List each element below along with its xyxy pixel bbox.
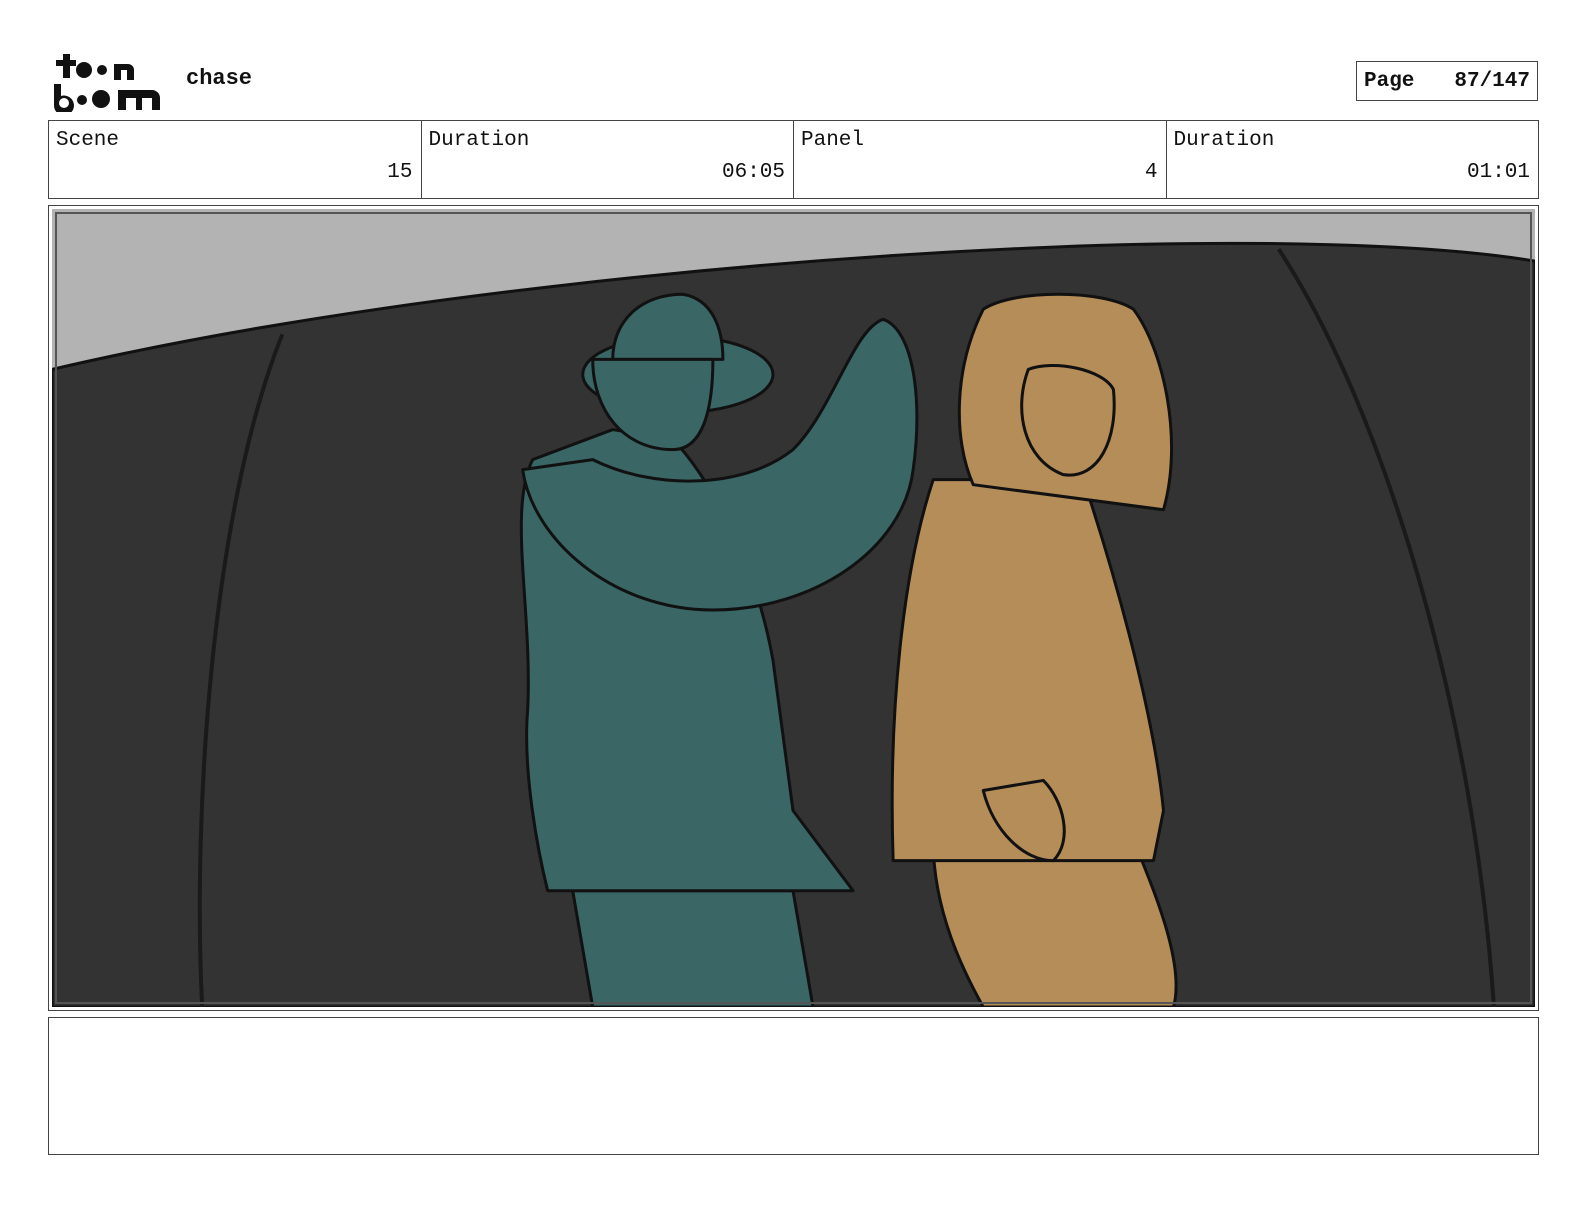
toonboom-logo	[53, 54, 160, 112]
panel-cell: Panel 4	[794, 121, 1167, 198]
storyboard-panel	[48, 205, 1539, 1011]
scene-value: 15	[387, 161, 413, 184]
page-number: 87/147	[1454, 69, 1530, 93]
page-label: Page	[1364, 69, 1415, 93]
page-indicator: Page 87/147	[1356, 61, 1538, 101]
panel-notes-box	[48, 1017, 1539, 1155]
project-title: chase	[186, 66, 253, 91]
panel-info-row: Scene 15 Duration 06:05 Panel 4 Duration…	[48, 120, 1539, 199]
scene-duration-cell: Duration 06:05	[422, 121, 794, 198]
scene-duration-label: Duration	[428, 129, 530, 152]
panel-duration-label: Duration	[1173, 129, 1275, 152]
panel-sketch	[52, 209, 1535, 1007]
panel-duration-value: 01:01	[1466, 161, 1530, 184]
panel-label: Panel	[801, 129, 865, 152]
panel-value: 4	[1144, 161, 1158, 184]
scene-cell: Scene 15	[49, 121, 422, 198]
scene-label: Scene	[56, 129, 120, 152]
scene-duration-value: 06:05	[721, 161, 785, 184]
panel-duration-cell: Duration 01:01	[1167, 121, 1539, 198]
